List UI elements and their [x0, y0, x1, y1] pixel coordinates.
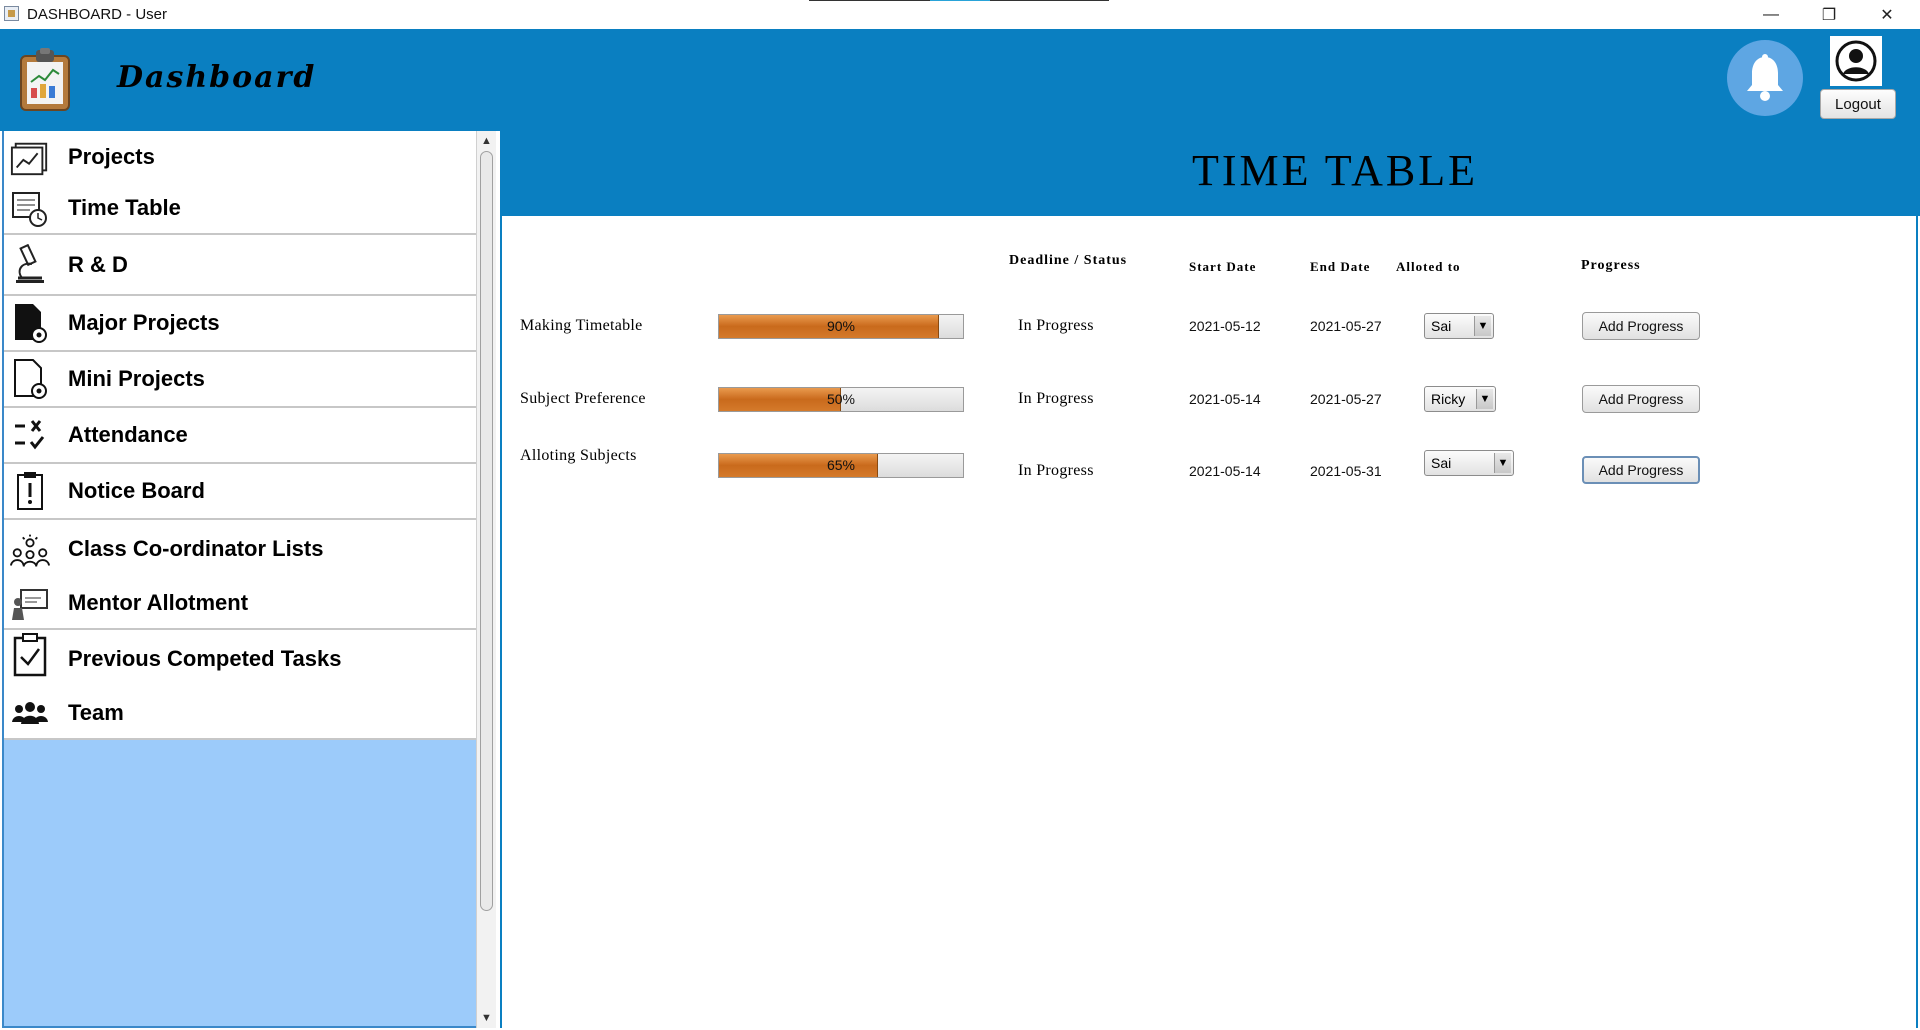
check-cross-list-icon — [10, 416, 50, 454]
task-status: In Progress — [1018, 317, 1094, 334]
sidebar-group-8: Previous Competed Tasks Team — [4, 630, 478, 740]
app-icon — [4, 6, 19, 21]
alloted-to-value: Ricky — [1431, 391, 1466, 407]
sidebar-item-label: Mentor Allotment — [68, 590, 249, 615]
alloted-to-select[interactable]: Sai ▼ — [1424, 450, 1514, 476]
notice-exclamation-icon — [10, 472, 50, 510]
task-name: Making Timetable — [520, 317, 643, 334]
alloted-to-select[interactable]: Sai ▼ — [1424, 313, 1494, 339]
dropdown-arrow-icon[interactable]: ▼ — [1474, 316, 1491, 336]
sidebar-item-label: Notice Board — [68, 478, 205, 503]
scroll-thumb[interactable] — [480, 151, 493, 911]
sidebar-item-label: Attendance — [68, 422, 188, 447]
start-date: 2021-05-14 — [1189, 463, 1261, 479]
sidebar-group-3: Major Projects — [4, 296, 478, 352]
progress-label: 90% — [826, 318, 856, 334]
window-titlebar: DASHBOARD - User — ❐ ✕ — [0, 0, 1920, 29]
sidebar-menu: Projects Time Table R & D Major Projects… — [4, 131, 478, 740]
column-end-date: End Date — [1310, 259, 1371, 274]
sidebar-item-time-table[interactable]: Time Table — [4, 182, 478, 233]
scroll-down-arrow-icon[interactable]: ▼ — [477, 1009, 496, 1027]
end-date: 2021-05-31 — [1310, 463, 1382, 479]
task-name: Alloting Subjects — [520, 447, 637, 464]
start-date: 2021-05-12 — [1189, 318, 1261, 334]
restore-button[interactable]: ❐ — [1800, 0, 1858, 29]
sidebar-item-projects[interactable]: Projects — [4, 131, 478, 182]
sidebar-item-notice-board[interactable]: Notice Board — [4, 464, 478, 518]
dropdown-arrow-icon[interactable]: ▼ — [1476, 389, 1493, 409]
column-alloted-to: Alloted to — [1396, 259, 1461, 274]
alloted-to-value: Sai — [1431, 455, 1452, 471]
sidebar-item-mentor-allotment[interactable]: Mentor Allotment — [4, 578, 478, 628]
sidebar-group-6: Notice Board — [4, 464, 478, 520]
sidebar-item-r-and-d[interactable]: R & D — [4, 235, 478, 294]
clipboard-chart-icon — [20, 48, 70, 111]
column-start-date: Start Date — [1189, 259, 1257, 274]
sidebar-item-label: Team — [68, 700, 124, 725]
page-banner: TIME TABLE — [500, 131, 1920, 216]
user-profile-button[interactable] — [1830, 36, 1882, 86]
sidebar-item-label: Previous Competed Tasks — [68, 646, 342, 671]
start-date: 2021-05-14 — [1189, 391, 1261, 407]
alloted-to-select[interactable]: Ricky ▼ — [1424, 386, 1496, 412]
column-progress: Progress — [1581, 258, 1641, 273]
page-title: TIME TABLE — [1192, 146, 1478, 195]
file-gear-filled-icon — [10, 304, 50, 343]
sidebar-group-2: R & D — [4, 235, 478, 296]
group-idea-icon — [10, 532, 50, 570]
alloted-to-value: Sai — [1431, 318, 1452, 334]
microscope-icon — [10, 244, 50, 283]
sidebar-item-major-projects[interactable]: Major Projects — [4, 296, 478, 350]
bell-icon — [1747, 54, 1783, 101]
task-status: In Progress — [1018, 390, 1094, 407]
notification-button[interactable] — [1727, 40, 1803, 116]
end-date: 2021-05-27 — [1310, 318, 1382, 334]
timetable-clock-icon — [10, 190, 50, 228]
sidebar-item-class-coordinator-lists[interactable]: Class Co-ordinator Lists — [4, 520, 478, 578]
sidebar-item-label: Major Projects — [68, 310, 220, 335]
add-progress-button[interactable]: Add Progress — [1582, 456, 1700, 484]
task-progress-bar: 90% — [718, 314, 964, 339]
sidebar-scrollbar[interactable]: ▲ ▼ — [476, 131, 496, 1028]
sidebar-item-label: Time Table — [68, 194, 181, 220]
sidebar-item-mini-projects[interactable]: Mini Projects — [4, 352, 478, 406]
dropdown-arrow-icon[interactable]: ▼ — [1494, 453, 1511, 473]
task-status: In Progress — [1018, 462, 1094, 479]
sidebar-item-previous-completed-tasks[interactable]: Previous Competed Tasks — [4, 630, 478, 688]
sidebar-item-label: Mini Projects — [68, 366, 205, 391]
column-deadline-status: Deadline / Status — [1009, 253, 1128, 268]
sidebar: Projects Time Table R & D Major Projects… — [2, 131, 478, 1028]
clipboard-check-icon — [10, 633, 50, 677]
drag-indicator-accent — [930, 0, 990, 1]
task-name: Subject Preference — [520, 390, 646, 407]
app-brand: Dashboard — [117, 60, 317, 95]
minimize-button[interactable]: — — [1742, 0, 1800, 29]
sidebar-group-7: Class Co-ordinator Lists Mentor Allotmen… — [4, 520, 478, 630]
progress-label: 65% — [826, 457, 856, 473]
add-progress-button[interactable]: Add Progress — [1582, 385, 1700, 413]
close-button[interactable]: ✕ — [1858, 0, 1916, 29]
end-date: 2021-05-27 — [1310, 391, 1382, 407]
task-progress-bar: 50% — [718, 387, 964, 412]
sidebar-group-4: Mini Projects — [4, 352, 478, 408]
window-title: DASHBOARD - User — [27, 6, 168, 23]
sidebar-item-label: Projects — [68, 143, 155, 169]
presentation-board-icon — [10, 586, 50, 624]
file-gear-outline-icon — [10, 359, 50, 399]
chart-document-icon — [10, 139, 50, 177]
timetable-panel — [500, 216, 1918, 1028]
sidebar-item-label: R & D — [68, 251, 128, 277]
sidebar-item-attendance[interactable]: Attendance — [4, 408, 478, 462]
sidebar-item-team[interactable]: Team — [4, 688, 478, 738]
team-people-icon — [10, 696, 50, 734]
sidebar-group-1: Projects Time Table — [4, 131, 478, 235]
user-avatar-icon — [1835, 40, 1877, 82]
progress-label: 50% — [826, 391, 856, 407]
logout-button[interactable]: Logout — [1820, 89, 1896, 119]
task-progress-bar: 65% — [718, 453, 964, 478]
scroll-up-arrow-icon[interactable]: ▲ — [477, 132, 496, 150]
sidebar-item-label: Class Co-ordinator Lists — [68, 536, 324, 561]
add-progress-button[interactable]: Add Progress — [1582, 312, 1700, 340]
sidebar-group-5: Attendance — [4, 408, 478, 464]
